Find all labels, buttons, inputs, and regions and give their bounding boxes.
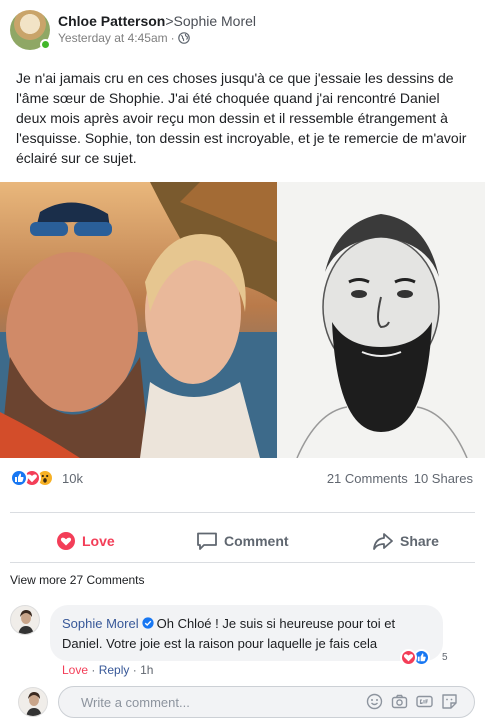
post-header: Chloe Patterson>Sophie Morel Yesterday a… bbox=[10, 10, 475, 52]
comment-reaction-count[interactable]: 5 bbox=[442, 652, 448, 663]
share-label: Share bbox=[400, 533, 439, 549]
comment-button[interactable]: Comment bbox=[196, 524, 289, 558]
post-author-line: Chloe Patterson>Sophie Morel bbox=[58, 13, 256, 29]
comment-share-counts: 21 Comments 10 Shares bbox=[327, 471, 473, 486]
reaction-count[interactable]: 10k bbox=[62, 471, 83, 486]
current-user-avatar bbox=[18, 687, 48, 717]
comment-love-link[interactable]: Love bbox=[62, 663, 88, 677]
couple-photo bbox=[0, 182, 277, 458]
comment-actions: Love · Reply · 1h bbox=[62, 663, 153, 677]
post-text: Je n'ai jamais cru en ces choses jusqu'à… bbox=[16, 70, 467, 166]
post-timestamp[interactable]: Yesterday at 4:45am bbox=[58, 31, 168, 45]
share-icon bbox=[373, 533, 393, 550]
emoji-icon[interactable] bbox=[366, 693, 383, 710]
composer-icons bbox=[366, 693, 458, 710]
share-button[interactable]: Share bbox=[372, 524, 439, 558]
comment-time[interactable]: 1h bbox=[140, 663, 153, 677]
like-icon bbox=[10, 469, 28, 487]
commenter-avatar[interactable] bbox=[10, 605, 40, 635]
comment-reply-link[interactable]: Reply bbox=[99, 663, 130, 677]
comment-item: Sophie Morel Oh Chloé ! Je suis si heureu… bbox=[10, 605, 475, 677]
love-icon bbox=[400, 649, 417, 666]
globe-icon[interactable] bbox=[177, 32, 190, 44]
love-button[interactable]: Love bbox=[56, 524, 115, 558]
view-more-comments-link[interactable]: View more 27 Comments bbox=[10, 573, 145, 587]
comment-icon bbox=[197, 532, 217, 550]
post-meta: Yesterday at 4:45am · bbox=[58, 31, 190, 45]
commenter-name[interactable]: Sophie Morel bbox=[62, 616, 139, 631]
meta-separator: · bbox=[170, 31, 175, 45]
sticker-icon[interactable] bbox=[441, 693, 458, 710]
stats-divider bbox=[10, 512, 475, 513]
shares-count[interactable]: 10 Shares bbox=[414, 471, 473, 486]
love-label: Love bbox=[82, 533, 115, 549]
recipient-name[interactable]: >Sophie Morel bbox=[165, 13, 256, 29]
online-status-dot bbox=[40, 39, 51, 50]
portrait-sketch bbox=[277, 182, 485, 458]
post-photo[interactable] bbox=[0, 182, 485, 458]
gif-icon[interactable] bbox=[416, 693, 433, 710]
love-icon bbox=[57, 532, 75, 550]
actions-divider bbox=[10, 562, 475, 563]
camera-icon[interactable] bbox=[391, 693, 408, 710]
comment-label: Comment bbox=[224, 533, 289, 549]
post-actions: Love Comment Share bbox=[10, 524, 475, 558]
comment-composer bbox=[10, 686, 475, 718]
reactions-stats: 10k 21 Comments 10 Shares bbox=[10, 469, 475, 489]
comment-action-separator: · bbox=[91, 663, 96, 677]
verified-badge-icon bbox=[142, 617, 154, 629]
author-name[interactable]: Chloe Patterson bbox=[58, 13, 165, 29]
comment-bubble: Sophie Morel Oh Chloé ! Je suis si heureu… bbox=[50, 605, 443, 661]
comments-count[interactable]: 21 Comments bbox=[327, 471, 408, 486]
comment-action-separator: · bbox=[132, 663, 137, 677]
